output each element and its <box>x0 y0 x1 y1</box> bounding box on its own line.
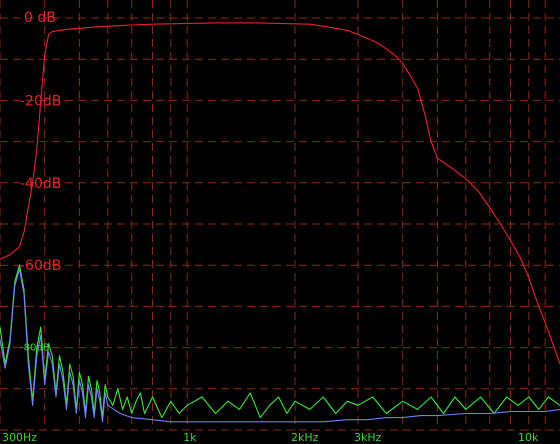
plot-background <box>0 0 560 444</box>
x-tick-label-10k: 10k <box>518 431 539 444</box>
y-tick-label-minus20db: -20dB <box>20 93 61 109</box>
x-tick-label-1k: 1k <box>183 431 197 444</box>
y-tick-label-minus80db: -80dB <box>20 343 50 354</box>
y-tick-label-0db: 0 dB <box>24 10 56 26</box>
x-tick-label-2khz: 2kHz <box>291 431 319 444</box>
x-tick-label-3khz: 3kHz <box>354 431 382 444</box>
x-tick-label-300hz: 300Hz <box>2 431 37 444</box>
y-tick-label-minus40db: -40dB <box>20 176 61 192</box>
spectrum-plot: 0 dB -20dB -40dB -60dB -80dB 300Hz 1k 2k… <box>0 0 560 444</box>
y-tick-label-minus60db: -60dB <box>20 258 61 274</box>
